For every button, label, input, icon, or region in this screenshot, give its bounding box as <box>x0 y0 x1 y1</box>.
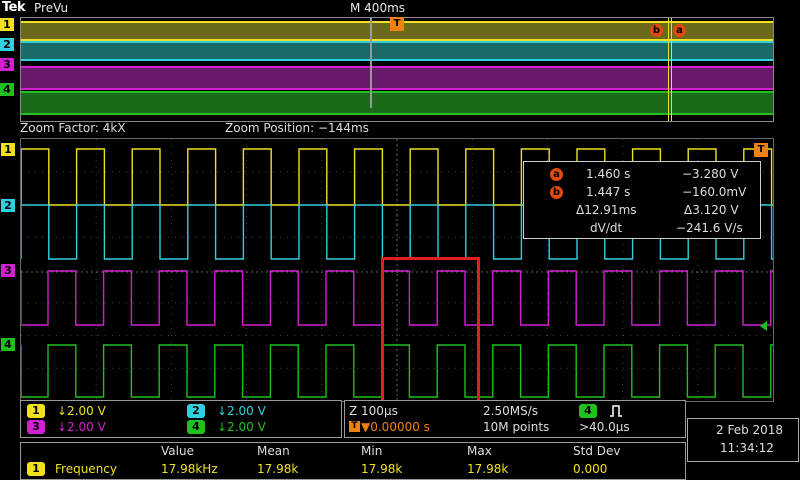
meas-value: 17.98kHz <box>161 462 218 476</box>
zoom-scale[interactable]: Z 100μs <box>349 404 398 418</box>
overview-ch3-band <box>21 66 773 90</box>
meas-ch1-button[interactable]: 1 <box>27 462 45 476</box>
record-length[interactable]: 10M points <box>483 420 549 434</box>
meas-header-mean: Mean <box>257 444 290 458</box>
trigger-width[interactable]: >40.0μs <box>579 420 630 434</box>
trigger-position-marker[interactable]: T <box>390 17 404 31</box>
trigger-position-icon: T <box>349 421 360 432</box>
wave-ch1-tag[interactable]: 1 <box>1 143 15 156</box>
cursor-b-readout-icon: b <box>550 186 563 199</box>
ch3-scale[interactable]: ↓2.00 V <box>57 420 106 434</box>
trigger-level-marker[interactable]: T <box>754 143 768 157</box>
cursor-readout-box[interactable]: a 1.460 s −3.280 V b 1.447 s −160.0mV Δ1… <box>523 161 761 239</box>
brand-logo: Tek <box>2 0 26 15</box>
vertical-settings-panel: 1 ↓2.00 V 3 ↓2.00 V 2 ↓2.00 V 4 ↓2.00 V <box>20 400 342 438</box>
cursor-b-marker[interactable]: b <box>650 24 663 37</box>
ch1-button[interactable]: 1 <box>27 404 45 418</box>
sample-rate[interactable]: 2.50MS/s <box>483 404 538 418</box>
ch2-scale[interactable]: ↓2.00 V <box>217 404 266 418</box>
measurement-panel: Value Mean Min Max Std Dev 1 Frequency 1… <box>20 442 686 480</box>
cursor-b-time: 1.447 s <box>586 185 631 199</box>
date-display: 2 Feb 2018 <box>716 423 784 437</box>
meas-name[interactable]: Frequency <box>55 462 117 476</box>
horizontal-settings-panel: Z 100μs 2.50MS/s T ▼0.00000 s 10M points… <box>344 400 686 438</box>
overview-channel-tags: 1 2 3 4 <box>0 17 20 120</box>
meas-min: 17.98k <box>361 462 403 476</box>
zoom-position: Zoom Position: −144ms <box>225 121 369 135</box>
meas-mean: 17.98k <box>257 462 299 476</box>
time-display: 11:34:12 <box>720 441 774 455</box>
wave-ch2-tag[interactable]: 2 <box>1 199 15 212</box>
meas-max: 17.98k <box>467 462 509 476</box>
ch2-button[interactable]: 2 <box>187 404 205 418</box>
zoom-factor: Zoom Factor: 4kX <box>20 121 126 135</box>
cursor-delta-time: Δ12.91ms <box>576 203 637 217</box>
overview-ch4-band <box>21 91 773 115</box>
meas-stddev: 0.000 <box>573 462 608 476</box>
cursor-a-time: 1.460 s <box>586 167 631 181</box>
trigger-position[interactable]: ▼0.00000 s <box>361 420 430 434</box>
cursor-delta-volt: Δ3.120 V <box>684 203 739 217</box>
overview-ch2-tag[interactable]: 2 <box>0 38 14 51</box>
pulse-trigger-icon <box>610 405 622 417</box>
cursor-b-volt: −160.0mV <box>682 185 747 199</box>
timebase-readout: M 400ms <box>350 1 406 15</box>
meas-header-max: Max <box>467 444 492 458</box>
zoom-window-marker[interactable] <box>370 18 372 108</box>
acquisition-mode: PreVu <box>34 1 69 15</box>
overview-ch3-tag[interactable]: 3 <box>0 58 14 71</box>
cursor-a-volt: −3.280 V <box>682 167 739 181</box>
meas-header-stddev: Std Dev <box>573 444 621 458</box>
cursor-a-readout-icon: a <box>550 168 563 181</box>
overview-ch4-tag[interactable]: 4 <box>0 83 14 96</box>
highlight-rectangle <box>381 257 480 408</box>
wave-ch4-tag[interactable]: 4 <box>1 338 15 351</box>
cursor-a-marker[interactable]: a <box>673 24 686 37</box>
zoom-info-bar: Zoom Factor: 4kX Zoom Position: −144ms <box>20 121 772 136</box>
trigger-level-arrow-icon <box>760 321 767 331</box>
cursor-b-line[interactable] <box>668 18 669 121</box>
meas-header-min: Min <box>361 444 383 458</box>
trigger-source-button[interactable]: 4 <box>579 404 597 418</box>
overview-ch1-tag[interactable]: 1 <box>0 18 14 31</box>
ch4-button[interactable]: 4 <box>187 420 205 434</box>
ch3-button[interactable]: 3 <box>27 420 45 434</box>
cursor-a-line[interactable] <box>671 18 672 121</box>
datetime-box[interactable]: 2 Feb 2018 11:34:12 <box>687 418 799 462</box>
dvdt-label: dV/dt <box>590 221 623 235</box>
top-status-bar: Tek PreVu M 400ms <box>0 0 800 18</box>
wave-ch3-tag[interactable]: 3 <box>1 264 15 277</box>
dvdt-value: −241.6 V/s <box>676 221 743 235</box>
ch4-scale[interactable]: ↓2.00 V <box>217 420 266 434</box>
ch1-scale[interactable]: ↓2.00 V <box>57 404 106 418</box>
overview-ch2-band <box>21 41 773 61</box>
meas-header-value: Value <box>161 444 194 458</box>
